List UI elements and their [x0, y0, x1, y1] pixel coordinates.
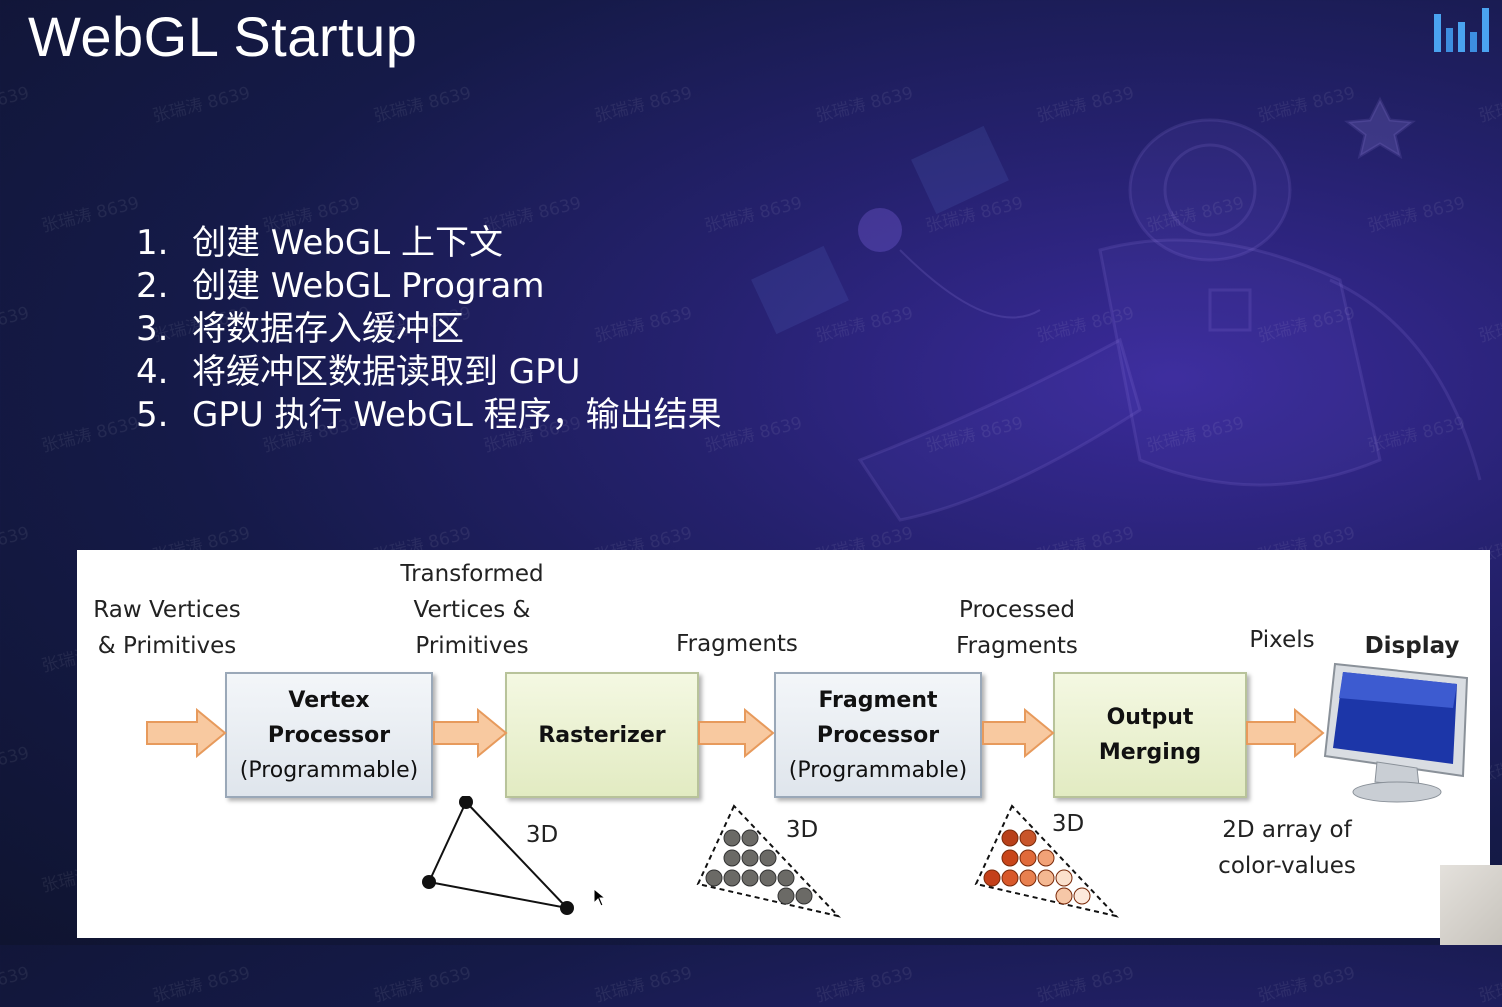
watermark-text: 张瑞涛 8639 — [39, 193, 142, 237]
watermark-text: 张瑞涛 8639 — [371, 963, 474, 1007]
step-number: 4. — [136, 352, 169, 392]
step-number: 2. — [136, 266, 169, 306]
step-text: 创建 WebGL Program — [192, 266, 545, 306]
arrow-right-icon — [1246, 708, 1325, 758]
brand-logo-icon — [1434, 8, 1489, 52]
arrow-right-icon — [698, 708, 775, 758]
step-item: 5. GPU 执行 WebGL 程序，输出结果 — [136, 394, 722, 437]
watermark-text: 张瑞涛 8639 — [1255, 963, 1358, 1007]
vertex-processor-title: Vertex Processor — [267, 687, 391, 748]
watermark-text: 张瑞涛 8639 — [592, 963, 695, 1007]
watermark-text: 张瑞涛 8639 — [0, 743, 32, 787]
step-text: 将缓冲区数据读取到 GPU — [192, 352, 581, 392]
output-merging-title: Output Merging — [1098, 705, 1202, 765]
step-number: 5. — [136, 395, 169, 435]
step-item: 3. 将数据存入缓冲区 — [136, 308, 722, 351]
label-2d-array: 2D array of color-values — [1218, 817, 1356, 879]
monitor-icon — [1323, 662, 1469, 803]
step-text: 将数据存入缓冲区 — [192, 309, 464, 349]
label-processed-fragments: Processed Fragments — [956, 597, 1078, 659]
fragment-processor-title: Fragment Processor — [816, 687, 940, 748]
watermark-text: 张瑞涛 8639 — [1034, 963, 1137, 1007]
processed-fragments-icon — [974, 804, 1119, 918]
step-number: 1. — [136, 223, 169, 263]
step-item: 4. 将缓冲区数据读取到 GPU — [136, 351, 722, 394]
watermark-text: 张瑞涛 8639 — [0, 523, 32, 567]
watermark-text: 张瑞涛 8639 — [150, 963, 253, 1007]
output-merging-box: Output Merging — [1053, 672, 1247, 798]
step-number: 3. — [136, 309, 169, 349]
label-fragments: Fragments — [676, 631, 798, 657]
label-pixels: Pixels — [1249, 627, 1315, 653]
startup-steps-list: 1. 创建 WebGL 上下文 2. 创建 WebGL Program 3. 将数据存… — [136, 222, 722, 437]
arrow-right-icon — [146, 708, 227, 758]
step-text: 创建 WebGL 上下文 — [192, 223, 504, 263]
step-item: 1. 创建 WebGL 上下文 — [136, 222, 722, 265]
arrow-right-icon — [433, 708, 508, 758]
watermark-text: 张瑞涛 8639 — [371, 83, 474, 127]
watermark-text: 张瑞涛 8639 — [150, 83, 253, 127]
triangle-vertices-icon — [422, 796, 574, 915]
watermark-text: 张瑞涛 8639 — [0, 303, 32, 347]
fragments-grid-icon — [696, 804, 841, 918]
watermark-text: 张瑞涛 8639 — [0, 963, 32, 1007]
watermark-text: 张瑞涛 8639 — [39, 413, 142, 457]
arrow-right-icon — [982, 708, 1055, 758]
watermark-text: 张瑞涛 8639 — [0, 83, 32, 127]
label-transformed-vertices: Transformed Vertices & Primitives — [400, 561, 544, 659]
pipeline-diagram: Raw Vertices & Primitives Transformed Ve… — [77, 550, 1490, 938]
fragment-processor-subtitle: (Programmable) — [788, 757, 968, 783]
slide-title: WebGL Startup — [28, 5, 418, 68]
watermark-text: 张瑞涛 8639 — [592, 83, 695, 127]
step-text: GPU 执行 WebGL 程序，输出结果 — [192, 395, 722, 435]
mouse-cursor-icon — [593, 888, 607, 907]
watermark-text: 张瑞涛 8639 — [813, 963, 916, 1007]
fragment-processor-box: Fragment Processor (Programmable) — [774, 672, 982, 798]
label-raw-vertices: Raw Vertices & Primitives — [93, 597, 241, 659]
step-item: 2. 创建 WebGL Program — [136, 265, 722, 308]
rasterizer-box: Rasterizer — [505, 672, 699, 798]
astronaut-illustration — [751, 96, 1482, 522]
watermark-text: 张瑞涛 8639 — [1476, 963, 1502, 1007]
vertex-processor-subtitle: (Programmable) — [239, 757, 419, 783]
presenter-camera-thumbnail — [1440, 865, 1502, 945]
vertex-processor-box: Vertex Processor (Programmable) — [225, 672, 433, 798]
rasterizer-title: Rasterizer — [538, 722, 666, 748]
